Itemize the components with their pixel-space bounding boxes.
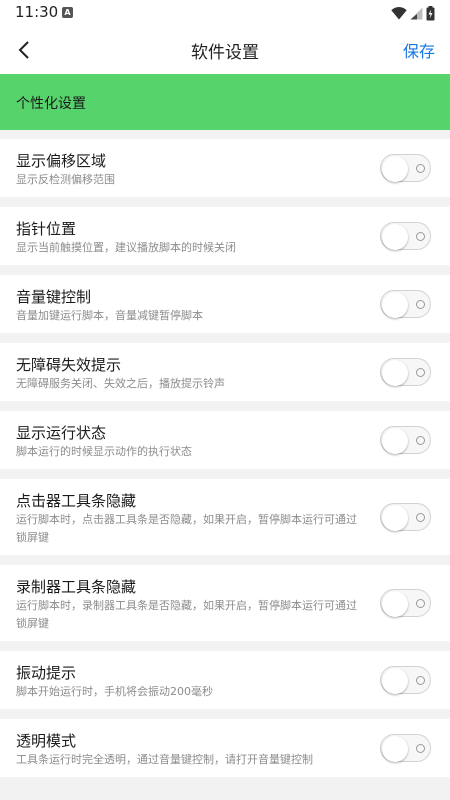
toggle-knob <box>382 224 408 250</box>
toggle-off-indicator <box>416 232 425 241</box>
show-running-status-toggle[interactable] <box>380 426 431 454</box>
setting-subtitle: 显示当前触摸位置，建议播放脚本的时候关闭 <box>16 241 236 254</box>
status-bar: 11:30 A <box>0 0 450 26</box>
toggle-knob <box>382 736 408 762</box>
toggle-knob <box>382 505 408 531</box>
setting-subtitle: 无障碍服务关闭、失效之后，播放提示铃声 <box>16 377 225 390</box>
battery-icon <box>426 5 435 20</box>
setting-title: 无障碍失效提示 <box>16 356 122 374</box>
setting-title: 振动提示 <box>16 664 77 682</box>
setting-title: 显示偏移区域 <box>16 152 107 170</box>
section-header: 个性化设置 <box>0 74 450 130</box>
show-offset-area-toggle[interactable] <box>380 154 431 182</box>
setting-subtitle: 运行脚本时，点击器工具条是否隐藏，如果开启，暂停脚本运行可通过锁屏键 <box>16 513 357 544</box>
status-icons <box>391 5 435 21</box>
pointer-location-toggle[interactable] <box>380 222 431 250</box>
clicker-toolbar-hide-toggle[interactable] <box>380 503 431 531</box>
volume-key-control-toggle[interactable] <box>380 290 431 318</box>
setting-subtitle: 工具条运行时完全透明，通过音量键控制，请打开音量键控制 <box>16 753 313 766</box>
setting-subtitle: 显示反检测偏移范围 <box>16 173 115 186</box>
toggle-knob <box>382 292 408 318</box>
status-time: 11:30 <box>15 3 59 21</box>
toggle-off-indicator <box>416 300 425 309</box>
setting-title: 录制器工具条隐藏 <box>16 578 137 596</box>
setting-title: 点击器工具条隐藏 <box>16 492 137 510</box>
setting-subtitle: 脚本开始运行时，手机将会振动200毫秒 <box>16 685 213 698</box>
accessibility-failure-alert-toggle[interactable] <box>380 358 431 386</box>
transparent-mode-toggle[interactable] <box>380 734 431 762</box>
vibration-alert-toggle[interactable] <box>380 666 431 694</box>
toggle-knob <box>382 360 408 386</box>
page-title: 软件设置 <box>191 43 259 63</box>
setting-clicker-toolbar-hide: 点击器工具条隐藏 运行脚本时，点击器工具条是否隐藏，如果开启，暂停脚本运行可通过… <box>0 479 450 555</box>
setting-pointer-location: 指针位置 显示当前触摸位置，建议播放脚本的时候关闭 <box>0 207 450 265</box>
toggle-knob <box>382 668 408 694</box>
setting-subtitle: 运行脚本时，录制器工具条是否隐藏，如果开启，暂停脚本运行可通过锁屏键 <box>16 599 357 630</box>
toggle-off-indicator <box>416 164 425 173</box>
recorder-toolbar-hide-toggle[interactable] <box>380 589 431 617</box>
save-button[interactable]: 保存 <box>403 38 435 62</box>
setting-show-running-status: 显示运行状态 脚本运行的时候显示动作的执行状态 <box>0 411 450 469</box>
setting-subtitle: 脚本运行的时候显示动作的执行状态 <box>16 445 192 458</box>
toggle-off-indicator <box>416 744 425 753</box>
setting-title: 指针位置 <box>16 220 77 238</box>
toggle-off-indicator <box>416 368 425 377</box>
setting-accessibility-failure-alert: 无障碍失效提示 无障碍服务关闭、失效之后，播放提示铃声 <box>0 343 450 401</box>
setting-subtitle: 音量加键运行脚本，音量减键暂停脚本 <box>16 309 203 322</box>
toggle-off-indicator <box>416 513 425 522</box>
notification-icon: A <box>62 7 73 18</box>
setting-recorder-toolbar-hide: 录制器工具条隐藏 运行脚本时，录制器工具条是否隐藏，如果开启，暂停脚本运行可通过… <box>0 565 450 641</box>
toggle-knob <box>382 591 408 617</box>
toggle-off-indicator <box>416 599 425 608</box>
app-bar: 软件设置 保存 <box>0 26 450 74</box>
wifi-icon <box>391 6 407 19</box>
setting-volume-key-control: 音量键控制 音量加键运行脚本，音量减键暂停脚本 <box>0 275 450 333</box>
toggle-off-indicator <box>416 436 425 445</box>
toggle-off-indicator <box>416 676 425 685</box>
toggle-knob <box>382 156 408 182</box>
setting-title: 显示运行状态 <box>16 424 107 442</box>
setting-transparent-mode: 透明模式 工具条运行时完全透明，通过音量键控制，请打开音量键控制 <box>0 719 450 777</box>
toggle-knob <box>382 428 408 454</box>
setting-title: 音量键控制 <box>16 288 92 306</box>
cellular-signal-icon <box>410 7 423 19</box>
setting-title: 透明模式 <box>16 732 77 750</box>
setting-vibration-alert: 振动提示 脚本开始运行时，手机将会振动200毫秒 <box>0 651 450 709</box>
section-title: 个性化设置 <box>16 96 86 112</box>
setting-show-offset-area: 显示偏移区域 显示反检测偏移范围 <box>0 139 450 197</box>
